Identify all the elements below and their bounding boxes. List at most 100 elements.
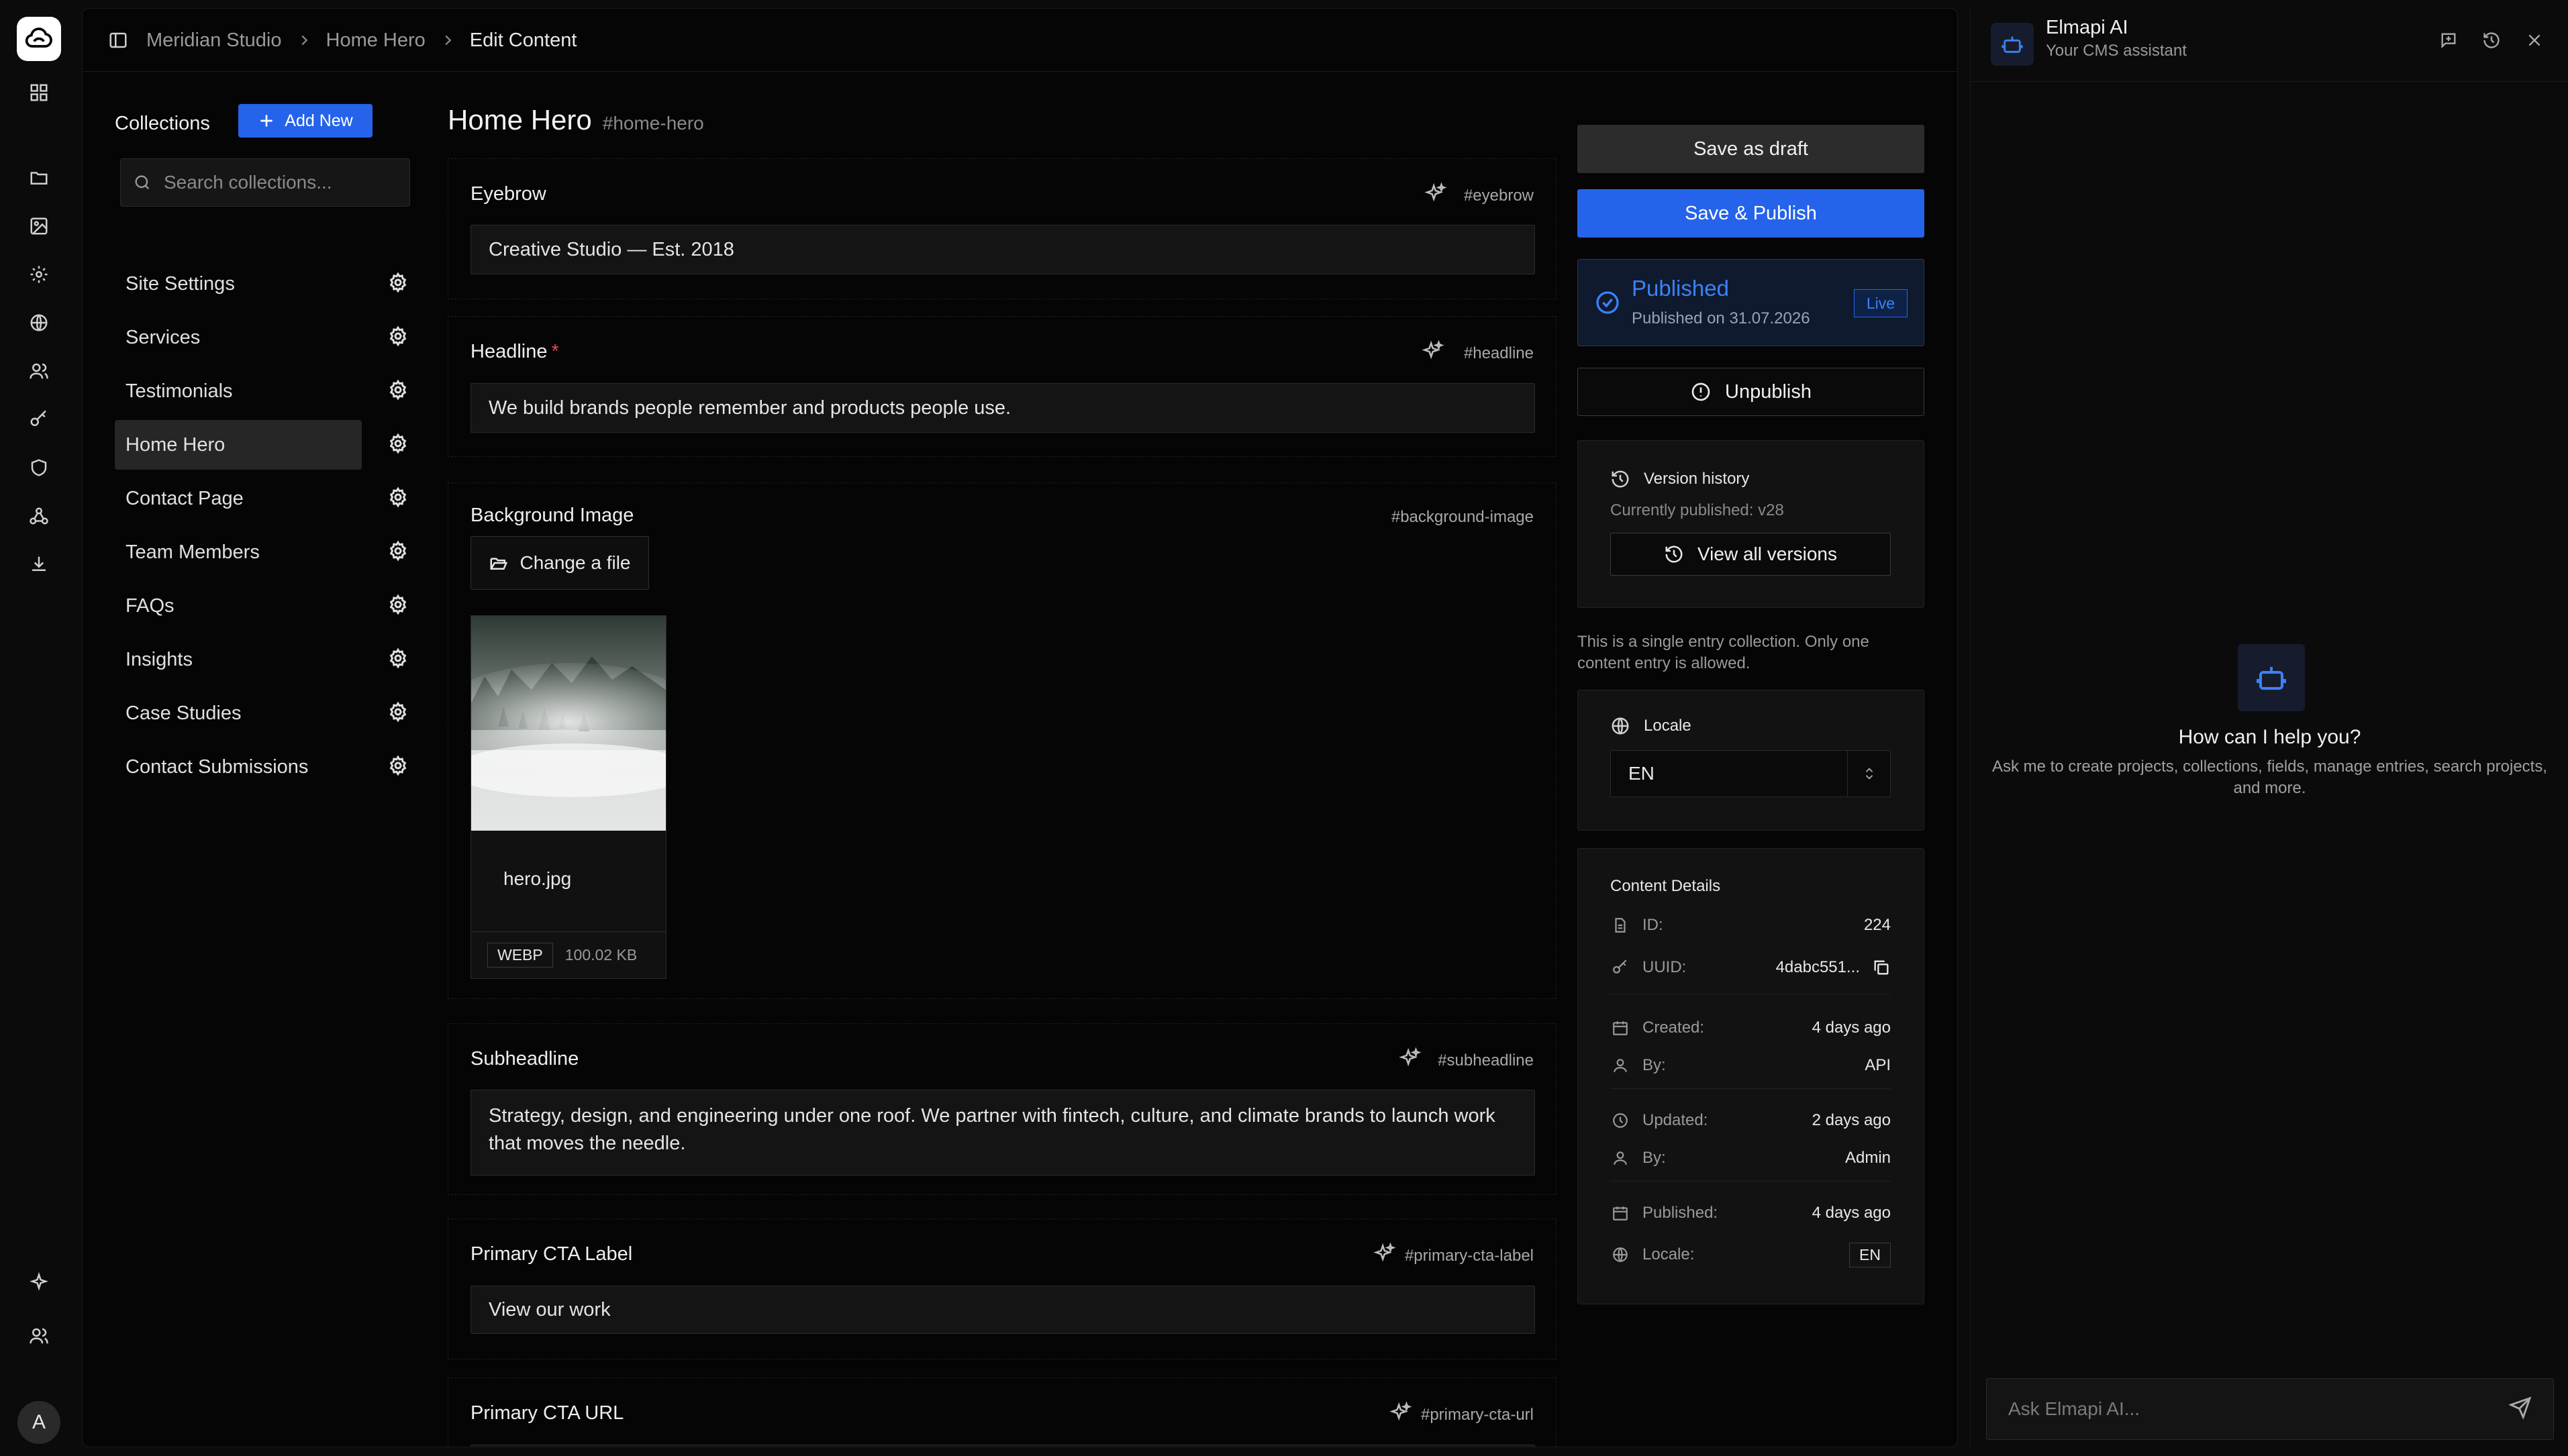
locale-title: Locale — [1610, 716, 1691, 736]
ai-sparkle-icon[interactable] — [1399, 1047, 1423, 1071]
send-icon[interactable] — [2509, 1396, 2536, 1423]
collection-item-contact-page[interactable]: Contact Page — [115, 474, 411, 523]
status-title: Published — [1632, 276, 1729, 301]
primary-cta-label-input[interactable]: View our work — [471, 1286, 1535, 1334]
gear-icon[interactable] — [387, 540, 411, 564]
gear-icon[interactable] — [387, 325, 411, 350]
collection-item-label: Contact Page — [126, 487, 244, 509]
team-icon[interactable] — [24, 1321, 54, 1351]
uuid-value: 4dabc551... — [1775, 958, 1860, 976]
ai-header: Elmapi AI Your CMS assistant — [1971, 8, 2568, 82]
copy-icon[interactable] — [1872, 958, 1891, 977]
field-label: Subheadline — [471, 1048, 579, 1070]
field-label: Headline * — [471, 341, 559, 362]
file-meta: WEBP 100.02 KB — [471, 931, 666, 978]
publish-status-card: Published Published on 31.07.2026 Live — [1577, 259, 1924, 346]
collection-item-case-studies[interactable]: Case Studies — [115, 688, 411, 738]
image-thumbnail[interactable] — [471, 616, 666, 831]
ai-chat-input[interactable] — [2008, 1398, 2491, 1420]
new-chat-icon[interactable] — [2435, 27, 2462, 54]
view-all-versions-button[interactable]: View all versions — [1610, 533, 1891, 576]
headline-input[interactable]: We build brands people remember and prod… — [471, 383, 1535, 433]
calendar-icon — [1610, 1018, 1630, 1038]
gear-icon[interactable] — [387, 701, 411, 725]
field-background-image: Background Image #background-image Chang… — [448, 482, 1557, 999]
sidebar-toggle-icon[interactable] — [104, 26, 132, 54]
collection-item-team-members[interactable]: Team Members — [115, 527, 411, 577]
field-headline: Headline * #headline We build brands peop… — [448, 316, 1557, 457]
chevron-right-icon — [297, 33, 311, 48]
breadcrumb-project[interactable]: Meridian Studio — [146, 30, 282, 52]
collection-item-site-settings[interactable]: Site Settings — [115, 259, 411, 309]
gear-icon[interactable] — [387, 272, 411, 296]
detail-id: ID: 224 — [1610, 912, 1891, 939]
required-mark: * — [551, 341, 559, 362]
gear-icon[interactable] — [387, 433, 411, 457]
close-icon[interactable] — [2521, 27, 2548, 54]
collection-item-insights[interactable]: Insights — [115, 635, 411, 684]
locale-select[interactable]: EN — [1610, 750, 1891, 797]
folder-icon[interactable] — [24, 163, 54, 193]
ai-subtitle: Your CMS assistant — [2046, 42, 2187, 60]
detail-locale: Locale: EN — [1610, 1241, 1891, 1268]
user-icon — [1610, 1148, 1630, 1168]
ai-sparkle-icon[interactable] — [1389, 1401, 1414, 1425]
detail-updated: Updated: 2 days ago — [1610, 1107, 1891, 1134]
key-icon[interactable] — [24, 405, 54, 434]
primary-cta-url-input[interactable] — [471, 1445, 1535, 1447]
history-icon — [1612, 470, 1629, 488]
eyebrow-input[interactable]: Creative Studio — Est. 2018 — [471, 225, 1535, 274]
app-logo[interactable] — [17, 17, 61, 61]
document-icon — [1610, 915, 1630, 935]
shield-icon[interactable] — [24, 453, 54, 482]
webhook-icon[interactable] — [24, 501, 54, 531]
user-avatar[interactable]: A — [17, 1401, 60, 1444]
gear-icon[interactable] — [387, 486, 411, 511]
alert-circle-icon — [1691, 382, 1710, 401]
ai-help-text: Ask me to create projects, collections, … — [1991, 758, 2548, 797]
field-eyebrow: Eyebrow #eyebrow Creative Studio — Est. … — [448, 158, 1557, 299]
file-type-badge: WEBP — [487, 943, 553, 968]
save-publish-button[interactable]: Save & Publish — [1577, 189, 1924, 238]
users-icon[interactable] — [24, 356, 54, 386]
field-key: #primary-cta-url — [1420, 1406, 1534, 1424]
globe-icon[interactable] — [24, 308, 54, 337]
dashboard-grid-icon[interactable] — [24, 78, 54, 107]
field-key: #subheadline — [1438, 1051, 1534, 1070]
collection-item-contact-submissions[interactable]: Contact Submissions — [115, 742, 411, 792]
change-file-button[interactable]: Change a file — [471, 536, 649, 590]
collection-item-home-hero[interactable]: Home Hero — [115, 420, 411, 470]
collections-search-input[interactable] — [164, 172, 392, 193]
breadcrumb-collection[interactable]: Home Hero — [326, 30, 426, 52]
collection-item-faqs[interactable]: FAQs — [115, 581, 411, 631]
single-entry-note: This is a single entry collection. Only … — [1577, 633, 1869, 672]
ai-name: Elmapi AI — [2046, 17, 2128, 38]
field-primary-cta-label: Primary CTA Label #primary-cta-label Vie… — [448, 1218, 1557, 1359]
ai-sparkle-icon[interactable] — [1424, 182, 1448, 206]
ai-sparkle-icon[interactable] — [1422, 340, 1446, 364]
gear-icon[interactable] — [387, 755, 411, 779]
gear-icon[interactable] — [387, 594, 411, 618]
ai-assistant-panel: Elmapi AI Your CMS assistant How can I h… — [1970, 8, 2568, 1447]
collection-item-testimonials[interactable]: Testimonials — [115, 366, 411, 416]
unpublish-button[interactable]: Unpublish — [1577, 368, 1924, 416]
detail-published: Published: 4 days ago — [1610, 1200, 1891, 1227]
sparkle-icon[interactable] — [24, 1267, 54, 1297]
field-key: #primary-cta-label — [1404, 1247, 1534, 1265]
ai-sparkle-icon[interactable] — [1373, 1242, 1397, 1266]
collection-item-label: Case Studies — [126, 702, 242, 724]
subheadline-textarea[interactable]: Strategy, design, and engineering under … — [471, 1090, 1535, 1176]
detail-uuid: UUID: 4dabc551... — [1610, 954, 1891, 981]
folder-open-icon — [490, 558, 508, 570]
file-card[interactable]: hero.jpg WEBP 100.02 KB — [471, 615, 666, 979]
save-draft-button[interactable]: Save as draft — [1577, 125, 1924, 173]
breadcrumb-current: Edit Content — [469, 29, 577, 51]
gear-icon[interactable] — [387, 379, 411, 403]
image-icon[interactable] — [24, 211, 54, 241]
gear-icon[interactable] — [387, 647, 411, 672]
history-icon[interactable] — [2478, 27, 2505, 54]
download-icon[interactable] — [24, 550, 54, 579]
add-new-button[interactable]: Add New — [238, 104, 373, 138]
settings-icon[interactable] — [24, 260, 54, 289]
collection-item-services[interactable]: Services — [115, 313, 411, 362]
